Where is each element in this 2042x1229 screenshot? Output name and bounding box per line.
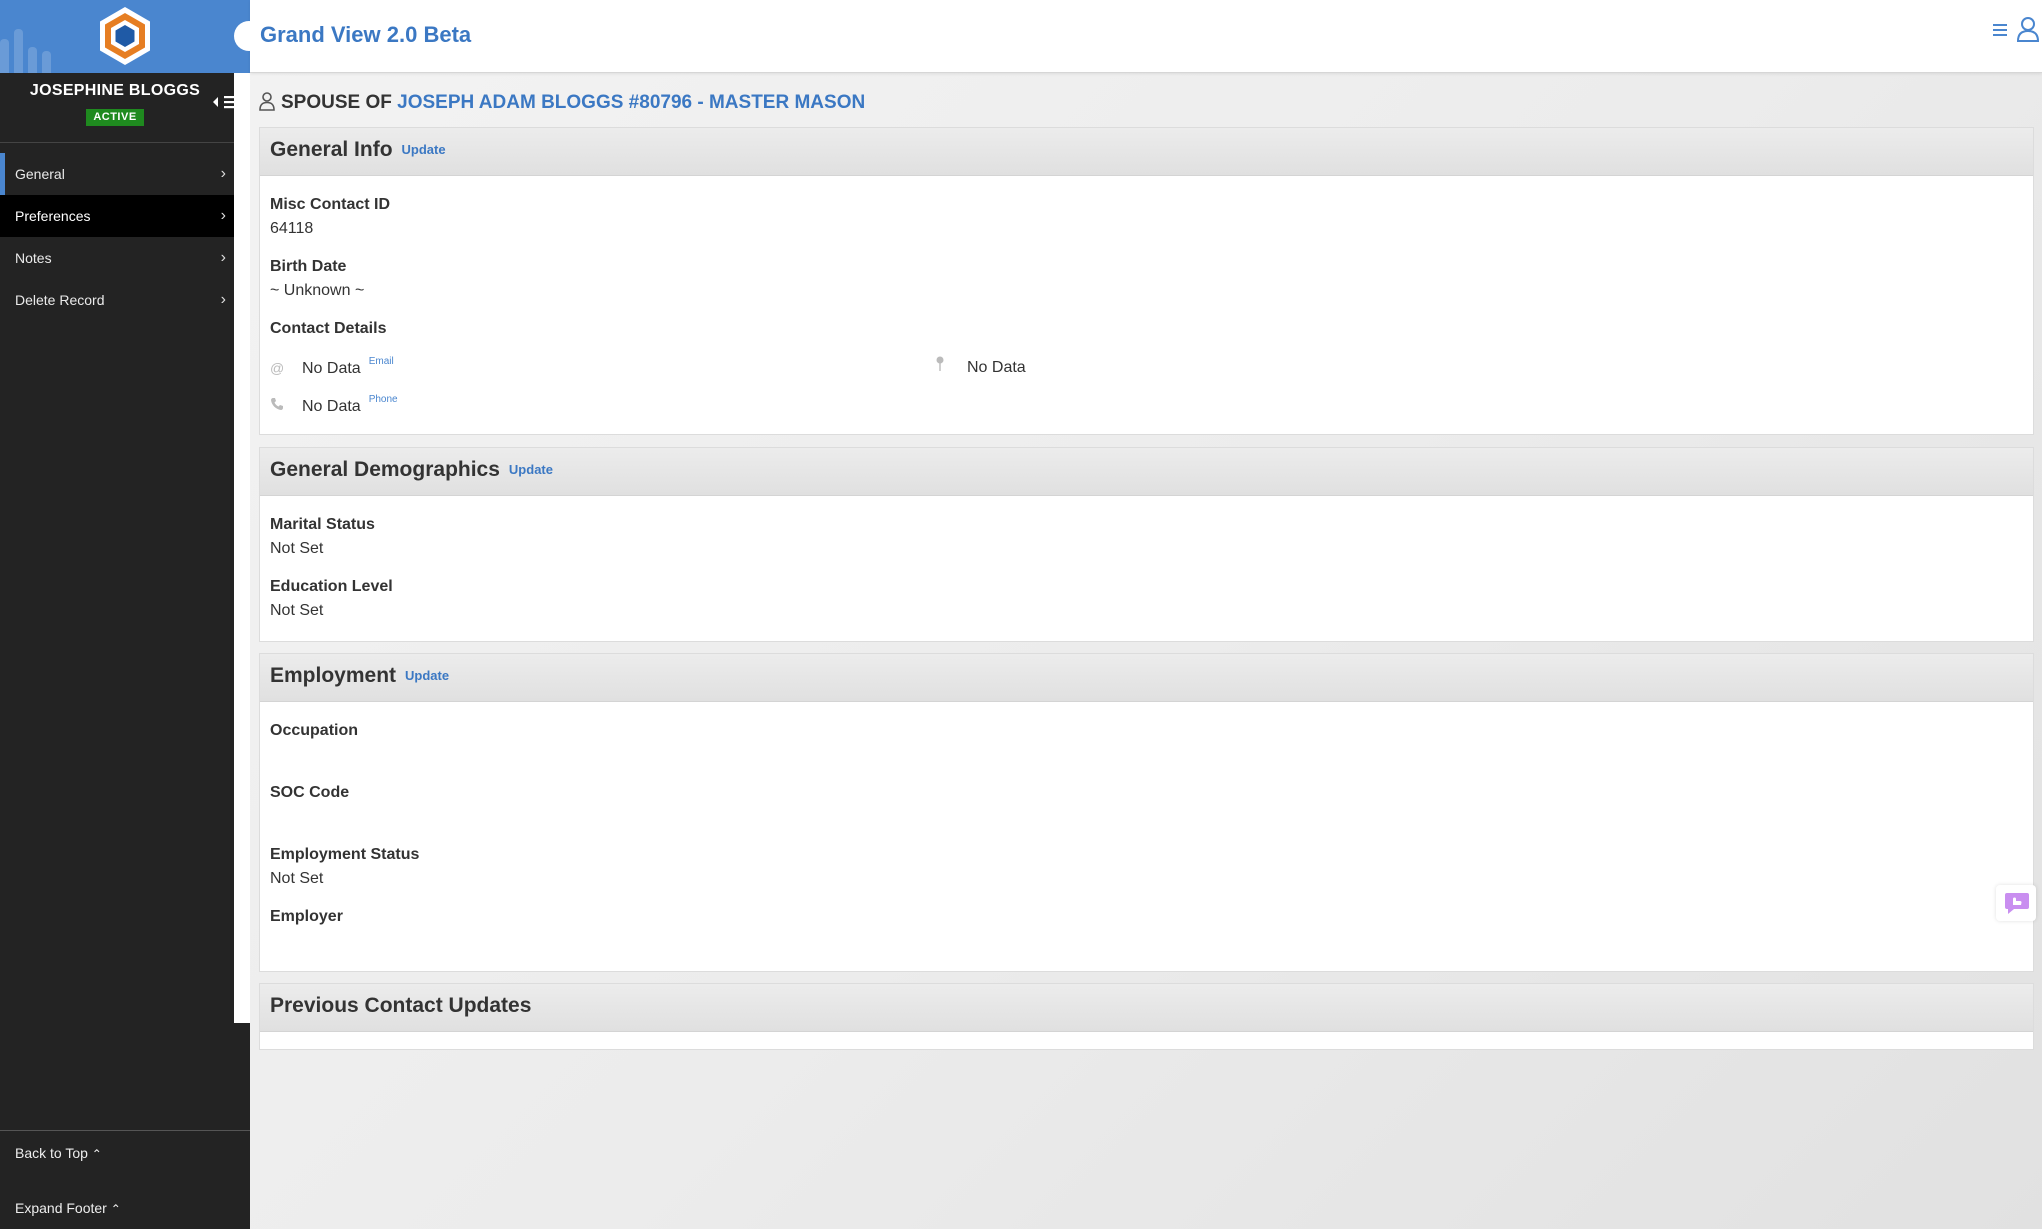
field-value: Not Set — [270, 870, 324, 887]
email-tag: Email — [368, 356, 394, 367]
chevron-up-icon: ⌃ — [91, 1147, 102, 1161]
phone-icon — [270, 397, 288, 414]
status-badge: ACTIVE — [86, 109, 144, 126]
previous-contact-updates-panel: Previous Contact Updates — [259, 983, 2034, 1050]
sidebar-item-label: Preferences — [15, 208, 91, 224]
update-demographics-link[interactable]: Update — [509, 462, 553, 477]
general-demographics-panel: General Demographics Update Marital Statu… — [259, 447, 2034, 642]
phone-row: No Data Phone — [270, 394, 398, 416]
spouse-link[interactable]: JOSEPH ADAM BLOGGS #80796 - MASTER MASON — [397, 92, 865, 113]
sidebar-footer-divider — [0, 1130, 250, 1131]
field-label: Marital Status — [270, 516, 375, 533]
back-to-top-link[interactable]: Back to Top ⌃ — [15, 1145, 102, 1161]
field-value: Not Set — [270, 602, 324, 619]
chevron-right-icon: › — [220, 165, 226, 182]
panel-title: General Demographics — [270, 458, 500, 481]
menu-icon[interactable] — [1990, 20, 2012, 38]
field-value: Not Set — [270, 540, 324, 557]
phone-value: No Data — [302, 398, 361, 415]
panel-header: Employment Update — [260, 654, 2033, 702]
chevron-up-icon: ⌃ — [110, 1202, 121, 1216]
update-general-info-link[interactable]: Update — [402, 142, 446, 157]
top-header: Grand View 2.0 Beta — [234, 0, 2042, 73]
address-row: No Data — [935, 356, 1026, 377]
sidebar-nav: General › Preferences › Notes › Delete R… — [0, 153, 234, 321]
at-sign-icon: @ — [270, 360, 285, 376]
panel-header: General Demographics Update — [260, 448, 2033, 496]
field-label: SOC Code — [270, 784, 350, 801]
panel-title: Previous Contact Updates — [270, 994, 532, 1017]
field-label: Contact Details — [270, 320, 387, 337]
user-icon[interactable] — [2016, 16, 2040, 42]
sidebar: JOSEPHINE BLOGGS ACTIVE General › Prefer… — [0, 0, 250, 1229]
field-label: Misc Contact ID — [270, 196, 391, 213]
sidebar-item-general[interactable]: General › — [0, 153, 234, 195]
field-value: ~ Unknown ~ — [270, 282, 365, 299]
sidebar-divider — [0, 142, 250, 143]
page-title-prefix: SPOUSE OF — [281, 92, 392, 113]
panel-title: Employment — [270, 664, 397, 687]
expand-footer-link[interactable]: Expand Footer ⌃ — [15, 1200, 121, 1216]
chevron-right-icon: › — [220, 291, 226, 308]
logo-icon[interactable] — [97, 5, 153, 67]
field-label: Employer — [270, 908, 343, 925]
person-icon — [259, 92, 275, 111]
feedback-button[interactable] — [1996, 885, 2036, 921]
address-value: No Data — [967, 359, 1026, 376]
sidebar-item-label: Delete Record — [15, 292, 105, 308]
chevron-right-icon: › — [220, 249, 226, 266]
general-info-panel: General Info Update Misc Contact ID 64118… — [259, 127, 2034, 435]
expand-footer-label: Expand Footer — [15, 1200, 107, 1216]
email-value: No Data — [302, 360, 361, 377]
feedback-icon — [2005, 893, 2029, 914]
field-label: Employment Status — [270, 846, 420, 863]
employment-panel: Employment Update Occupation SOC Code Emp… — [259, 653, 2034, 972]
sidebar-item-preferences[interactable]: Preferences › — [0, 195, 234, 237]
field-label: Occupation — [270, 722, 359, 739]
page-title: SPOUSE OF JOSEPH ADAM BLOGGS #80796 - MA… — [259, 92, 865, 114]
panel-header: Previous Contact Updates — [260, 984, 2033, 1032]
map-pin-icon — [935, 356, 953, 375]
field-label: Birth Date — [270, 258, 347, 275]
field-label: Education Level — [270, 578, 393, 595]
contact-name: JOSEPHINE BLOGGS — [29, 82, 201, 99]
back-to-top-label: Back to Top — [15, 1145, 88, 1161]
sidebar-item-label: General — [15, 166, 65, 182]
sidebar-item-label: Notes — [15, 250, 52, 266]
sidebar-gutter — [234, 73, 250, 1023]
update-employment-link[interactable]: Update — [405, 668, 449, 683]
panel-title: General Info — [270, 138, 393, 161]
email-row: @ No Data Email — [270, 356, 394, 378]
phone-tag: Phone — [368, 394, 398, 405]
field-value: 64118 — [270, 220, 314, 237]
sidebar-item-notes[interactable]: Notes › — [0, 237, 234, 279]
panel-header: General Info Update — [260, 128, 2033, 176]
sidebar-item-delete-record[interactable]: Delete Record › — [0, 279, 234, 321]
sidebar-brand — [0, 0, 250, 73]
app-title[interactable]: Grand View 2.0 Beta — [260, 22, 471, 48]
chevron-right-icon: › — [220, 207, 226, 224]
